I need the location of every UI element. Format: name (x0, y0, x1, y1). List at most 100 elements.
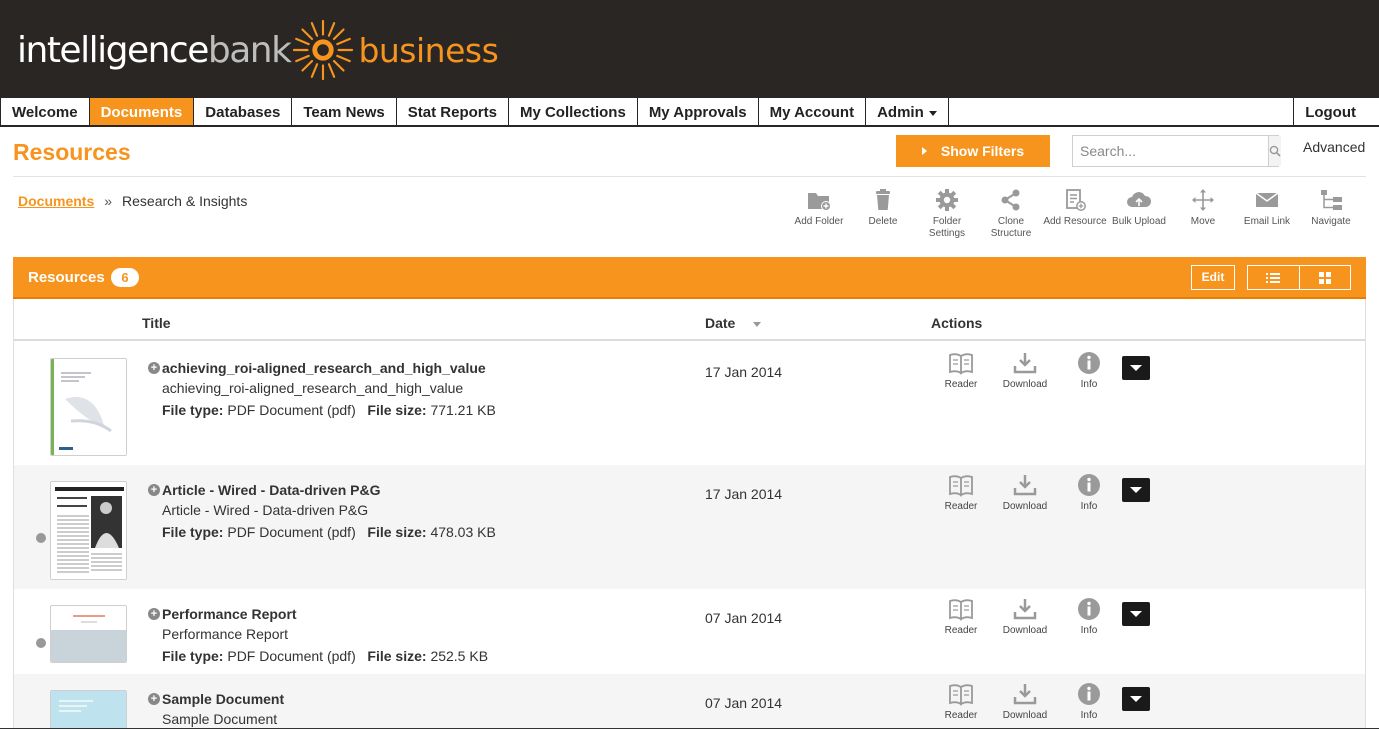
reader-button[interactable]: Reader (931, 473, 991, 512)
info-button[interactable]: Info (1059, 682, 1119, 721)
nav-my-collections[interactable]: My Collections (509, 98, 638, 125)
nav-my-approvals[interactable]: My Approvals (638, 98, 759, 125)
info-label: Info (1080, 501, 1098, 512)
nav-logout[interactable]: Logout (1293, 98, 1379, 125)
delete-button[interactable]: Delete (850, 188, 916, 228)
list-icon (1266, 272, 1281, 283)
row-menu-button[interactable] (1122, 356, 1150, 380)
table-row: + Article - Wired - Data-driven P&G Artic… (14, 465, 1365, 589)
info-button[interactable]: Info (1059, 473, 1119, 512)
grid-view-button[interactable] (1298, 266, 1351, 289)
page-title: Resources (13, 139, 131, 165)
nav-welcome[interactable]: Welcome (0, 98, 90, 125)
info-icon (1078, 352, 1100, 374)
status-dot (36, 533, 46, 543)
add-folder-button[interactable]: Add Folder (786, 188, 852, 228)
document-thumbnail[interactable] (50, 690, 127, 729)
navigate-label: Navigate (1311, 216, 1351, 227)
row-menu-button[interactable] (1122, 687, 1150, 711)
list-view-button[interactable] (1248, 266, 1299, 289)
search-button[interactable] (1268, 136, 1281, 166)
file-size-label: File size: (367, 648, 427, 664)
reader-label: Reader (944, 379, 978, 390)
email-link-button[interactable]: Email Link (1234, 188, 1300, 228)
navigate-button[interactable]: Navigate (1298, 188, 1364, 228)
folder-settings-button[interactable]: Folder Settings (914, 188, 980, 240)
resource-title-link[interactable]: + achieving_roi-aligned_research_and_high… (148, 360, 486, 376)
document-thumbnail-image (51, 359, 126, 455)
expand-icon[interactable]: + (148, 484, 160, 496)
brand-logo[interactable]: intelligencebank business (17, 19, 499, 81)
nav-stat-reports[interactable]: Stat Reports (397, 98, 509, 125)
bulk-upload-button[interactable]: Bulk Upload (1106, 188, 1172, 228)
resource-title-link[interactable]: + Article - Wired - Data-driven P&G (148, 482, 380, 498)
delete-label: Delete (868, 216, 898, 227)
show-filters-button[interactable]: Show Filters (896, 135, 1050, 167)
resources-panel-header: Resources 6 Edit (13, 257, 1366, 299)
advanced-search-link[interactable]: Advanced (1303, 139, 1365, 155)
info-button[interactable]: Info (1059, 351, 1119, 390)
nav-my-account[interactable]: My Account (759, 98, 867, 125)
reader-button[interactable]: Reader (931, 597, 991, 636)
file-type-value: PDF Document (pdf) (227, 648, 356, 664)
resources-table: Title Date Actions + achieving_roi-aligne… (13, 299, 1366, 729)
download-button[interactable]: Download (995, 473, 1055, 512)
trash-icon (876, 189, 890, 210)
show-filters-label: Show Filters (940, 143, 1025, 159)
expand-icon[interactable]: + (148, 693, 160, 705)
expand-icon[interactable]: + (148, 608, 160, 620)
resource-date: 17 Jan 2014 (705, 364, 783, 380)
document-thumbnail[interactable] (50, 605, 127, 663)
resource-title-link[interactable]: + Performance Report (148, 606, 297, 622)
info-label: Info (1080, 710, 1098, 721)
download-button[interactable]: Download (995, 597, 1055, 636)
info-label: Info (1080, 625, 1098, 636)
move-button[interactable]: Move (1170, 188, 1236, 228)
expand-icon[interactable]: + (148, 362, 160, 374)
logo-word-business: business (358, 30, 499, 70)
column-date[interactable]: Date (705, 315, 762, 331)
caret-right-icon (921, 147, 927, 155)
info-icon (1078, 683, 1100, 705)
nav-team-news[interactable]: Team News (292, 98, 397, 125)
resource-title: Sample Document (162, 691, 285, 707)
reader-button[interactable]: Reader (931, 682, 991, 721)
table-header: Title Date Actions (14, 299, 1365, 341)
download-button[interactable]: Download (995, 682, 1055, 721)
chevron-down-icon (1130, 487, 1142, 493)
reader-button[interactable]: Reader (931, 351, 991, 390)
add-resource-button[interactable]: Add Resource (1042, 188, 1108, 228)
nav-documents[interactable]: Documents (89, 98, 195, 125)
row-menu-button[interactable] (1122, 602, 1150, 626)
row-menu-button[interactable] (1122, 478, 1150, 502)
document-thumbnail-image (51, 691, 126, 729)
nav-databases[interactable]: Databases (194, 98, 293, 125)
nav-admin[interactable]: Admin (866, 98, 949, 125)
panel-title: Resources (28, 269, 105, 286)
info-icon (1078, 598, 1100, 620)
logo-word-bank: bank (207, 29, 292, 71)
main-nav: Welcome Documents Databases Team News St… (0, 98, 1379, 127)
column-date-label: Date (705, 315, 736, 331)
download-button[interactable]: Download (995, 351, 1055, 390)
clone-structure-button[interactable]: Clone Structure (978, 188, 1044, 240)
resource-subtitle: achieving_roi-aligned_research_and_high_… (162, 380, 464, 396)
search-input[interactable] (1073, 136, 1268, 166)
logo-word-intelligence: intelligence (17, 29, 209, 71)
column-title[interactable]: Title (142, 315, 171, 331)
search-box (1072, 135, 1281, 167)
resource-date: 17 Jan 2014 (705, 486, 783, 502)
chevron-down-icon (1130, 696, 1142, 702)
document-thumbnail[interactable] (50, 358, 127, 456)
resource-title-link[interactable]: + Sample Document (148, 691, 284, 707)
table-row: + Performance Report Performance Report F… (14, 589, 1365, 674)
edit-button[interactable]: Edit (1191, 265, 1235, 290)
info-button[interactable]: Info (1059, 597, 1119, 636)
chevron-down-icon (1130, 611, 1142, 617)
app-header: intelligencebank business (0, 0, 1379, 98)
logo-wordmark: intelligencebank (17, 29, 292, 71)
download-icon (1013, 475, 1037, 496)
download-icon (1013, 684, 1037, 705)
book-icon (949, 353, 973, 375)
document-thumbnail[interactable] (50, 481, 127, 580)
